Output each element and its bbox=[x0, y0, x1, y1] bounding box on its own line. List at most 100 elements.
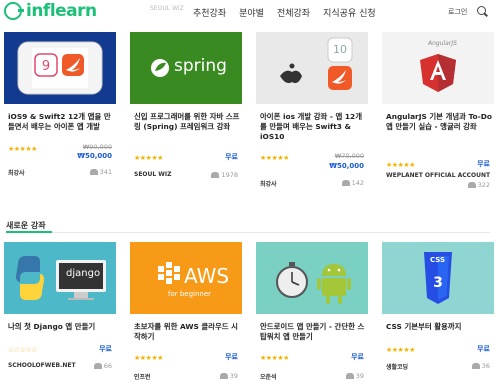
student-count-value: 39 bbox=[355, 372, 364, 380]
course-thumbnail: django bbox=[4, 242, 116, 314]
rating-stars: ★★★★★ bbox=[134, 154, 163, 162]
css3-shield-icon: 3 bbox=[424, 252, 452, 304]
rating-stars: ★★★★★ bbox=[134, 354, 163, 362]
course-title[interactable]: 아이폰 ios 개발 강좌 - 앱 12개를 만들며 배우는 Swift3 & … bbox=[260, 112, 366, 142]
thumbnail-text: CSS bbox=[430, 256, 446, 264]
student-count: 142 bbox=[341, 179, 364, 187]
logo-text: inflearn bbox=[26, 1, 97, 21]
course-card[interactable]: 10 아이폰 ios 개발 강좌 - 앱 12개를 만들며 배우는 Swift3… bbox=[256, 32, 368, 212]
course-title[interactable]: iOS9 & Swift2 12개 앱을 만들면서 배우는 아이폰 앱 개발 bbox=[8, 112, 114, 132]
course-title[interactable]: AngularJS 기본 개념과 To-Do 앱 만들기 실습 - 앵귤러 강좌 bbox=[386, 112, 492, 132]
course-title[interactable]: 초보자를 위한 AWS 클라우드 시작하기 bbox=[134, 322, 240, 342]
svg-text:9: 9 bbox=[42, 59, 50, 74]
logo-icon bbox=[4, 2, 24, 20]
course-thumbnail: AWS for beginner bbox=[130, 242, 242, 314]
user-icon bbox=[471, 363, 480, 369]
section-accent bbox=[6, 231, 52, 233]
rating-stars: ☆☆☆☆☆ bbox=[8, 346, 37, 354]
nav-item-recommended[interactable]: 추천강좌 bbox=[193, 6, 226, 19]
course-title[interactable]: 나의 첫 Django 앱 만들기 bbox=[8, 322, 114, 332]
student-count-value: 341 bbox=[99, 168, 112, 176]
author-name[interactable]: 최강사 bbox=[260, 179, 277, 188]
nav-item-all-courses[interactable]: 전체강좌 bbox=[277, 6, 310, 19]
course-title[interactable]: 안드로이드 앱 만들기 - 간단한 스탑워치 앱 만들기 bbox=[260, 322, 366, 342]
course-card[interactable]: 3 CSS CSS 기본부터 활용까지 ★★★★★ 무료 생활코딩 36 bbox=[382, 242, 494, 387]
student-count: 1978 bbox=[211, 171, 238, 179]
student-count: 39 bbox=[345, 372, 364, 380]
faded-author-label: SEOUL WIZ bbox=[150, 5, 184, 12]
stopwatch-android-icon bbox=[276, 262, 351, 304]
rating-stars: ★★★★★ bbox=[260, 354, 289, 362]
author-name[interactable]: SEOUL WIZ bbox=[134, 171, 172, 178]
student-count-value: 142 bbox=[351, 179, 364, 187]
course-card[interactable]: 9 iOS9 & Swift2 12개 앱을 만들면서 배우는 아이폰 앱 개발… bbox=[4, 32, 116, 212]
thumbnail-text: spring bbox=[174, 56, 227, 76]
iphone-swift-icon: 9 bbox=[17, 41, 103, 95]
thumbnail-subtext: for beginner bbox=[168, 290, 212, 298]
sale-price: 무료 bbox=[477, 160, 490, 168]
student-count-value: 322 bbox=[477, 181, 490, 189]
user-icon bbox=[219, 373, 228, 379]
rating-stars: ★★★★★ bbox=[386, 346, 415, 354]
top-header: inflearn 추천강좌 분야별 전체강좌 지식공유 신청 로그인 bbox=[0, 0, 500, 24]
course-card[interactable]: AngularJS AngularJS 기본 개념과 To-Do 앱 만들기 실… bbox=[382, 32, 494, 212]
rating-stars: ★★★★★ bbox=[386, 161, 415, 169]
rating-stars: ★★★★★ bbox=[8, 145, 37, 153]
student-count: 66 bbox=[93, 362, 112, 370]
course-thumbnail: AngularJS bbox=[382, 32, 494, 104]
course-thumbnail: spring bbox=[130, 32, 242, 104]
author-name[interactable]: 최강사 bbox=[8, 168, 25, 177]
nav-item-instructor-apply[interactable]: 지식공유 신청 bbox=[323, 6, 376, 19]
user-icon bbox=[341, 180, 350, 186]
logo[interactable]: inflearn bbox=[4, 1, 97, 21]
sale-price: 무료 bbox=[225, 153, 238, 161]
sale-price: 무료 bbox=[351, 353, 364, 361]
course-card[interactable]: AWS for beginner 초보자를 위한 AWS 클라우드 시작하기 ★… bbox=[130, 242, 242, 387]
course-title[interactable]: CSS 기본부터 활용까지 bbox=[386, 322, 492, 332]
user-icon bbox=[211, 172, 220, 178]
main-nav: 추천강좌 분야별 전체강좌 지식공유 신청 bbox=[193, 6, 376, 19]
student-count: 322 bbox=[467, 181, 490, 189]
course-thumbnail: 9 bbox=[4, 32, 116, 104]
sale-price: 무료 bbox=[99, 345, 112, 353]
sale-price: ₩50,000 bbox=[77, 152, 112, 160]
author-name[interactable]: WEPLANET OFFICIAL ACCOUNT bbox=[386, 172, 490, 179]
search-icon[interactable] bbox=[477, 6, 486, 15]
course-card[interactable]: 안드로이드 앱 만들기 - 간단한 스탑워치 앱 만들기 ★★★★★ 무료 오준… bbox=[256, 242, 368, 387]
user-icon bbox=[467, 182, 476, 188]
student-count-value: 39 bbox=[229, 372, 238, 380]
user-icon bbox=[93, 363, 102, 369]
section-title: 새로운 강좌 bbox=[6, 221, 46, 230]
student-count: 341 bbox=[89, 168, 112, 176]
original-price: ₩70,000 bbox=[334, 152, 364, 160]
course-card[interactable]: spring 신입 프로그래머를 위한 자바 스프링 (Spring) 프레임워… bbox=[130, 32, 242, 212]
user-icon bbox=[345, 373, 354, 379]
sale-price: 무료 bbox=[477, 345, 490, 353]
course-thumbnail: 10 bbox=[256, 32, 368, 104]
course-thumbnail bbox=[256, 242, 368, 314]
login-link[interactable]: 로그인 bbox=[448, 7, 467, 17]
sale-price: ₩50,000 bbox=[329, 162, 364, 170]
student-count: 39 bbox=[219, 372, 238, 380]
thumbnail-text: django bbox=[66, 268, 101, 279]
ios10-swift-icon bbox=[256, 32, 368, 104]
user-icon bbox=[89, 169, 98, 175]
course-card[interactable]: django 나의 첫 Django 앱 만들기 ☆☆☆☆☆ 무료 SCHOOL… bbox=[4, 242, 116, 387]
nav-item-category[interactable]: 분야별 bbox=[239, 6, 264, 19]
author-name[interactable]: SCHOOLOFWEB.NET bbox=[8, 362, 76, 369]
student-count-value: 66 bbox=[103, 362, 112, 370]
svg-text:3: 3 bbox=[433, 275, 443, 291]
course-title[interactable]: 신입 프로그래머를 위한 자바 스프링 (Spring) 프레임워크 강좌 bbox=[134, 112, 240, 132]
author-name[interactable]: 오준석 bbox=[260, 372, 277, 381]
thumbnail-text: AWS bbox=[184, 264, 230, 288]
sale-price: 무료 bbox=[225, 353, 238, 361]
student-count-value: 36 bbox=[481, 362, 490, 370]
student-count: 36 bbox=[471, 362, 490, 370]
author-name[interactable]: 생활코딩 bbox=[386, 362, 408, 371]
course-thumbnail: 3 CSS bbox=[382, 242, 494, 314]
thumbnail-text: AngularJS bbox=[428, 40, 457, 47]
section-divider bbox=[6, 232, 490, 233]
author-name[interactable]: 인프런 bbox=[134, 372, 151, 381]
rating-stars: ★★★★★ bbox=[260, 154, 289, 162]
student-count-value: 1978 bbox=[221, 171, 238, 179]
